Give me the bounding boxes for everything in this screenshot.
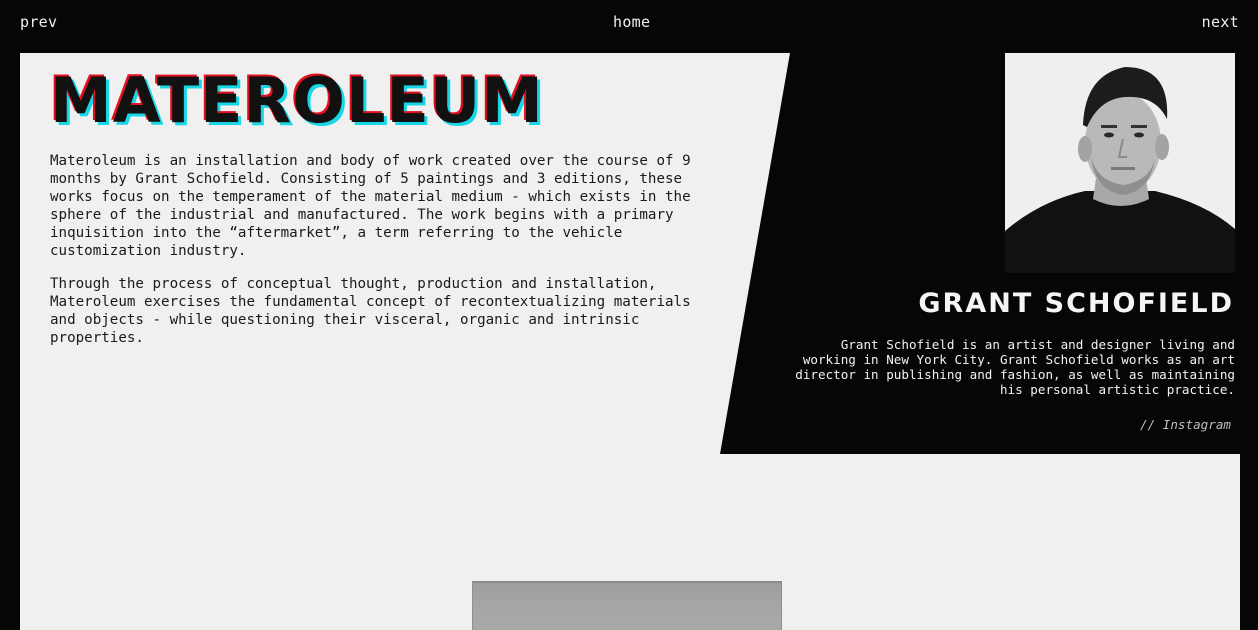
project-description: Materoleum is an installation and body o… (50, 152, 700, 362)
description-paragraph-2: Through the process of conceptual though… (50, 276, 691, 346)
project-title: MATEROLEUM (50, 64, 544, 137)
artist-portrait-image (1005, 53, 1235, 273)
next-link[interactable]: next (1202, 13, 1239, 31)
prev-link[interactable]: prev (20, 13, 57, 31)
home-link[interactable]: home (613, 13, 650, 31)
artist-name: GRANT SCHOFIELD (918, 288, 1234, 319)
description-paragraph-1: Materoleum is an installation and body o… (50, 153, 691, 259)
top-navigation: prev home next (0, 0, 1258, 44)
artwork-image (472, 581, 782, 630)
artist-portrait (1005, 53, 1235, 273)
artist-bio: Grant Schofield is an artist and designe… (795, 337, 1235, 397)
project-page: MATEROLEUM Materoleum is an installation… (20, 53, 1240, 630)
instagram-link[interactable]: // Instagram (1140, 417, 1231, 432)
